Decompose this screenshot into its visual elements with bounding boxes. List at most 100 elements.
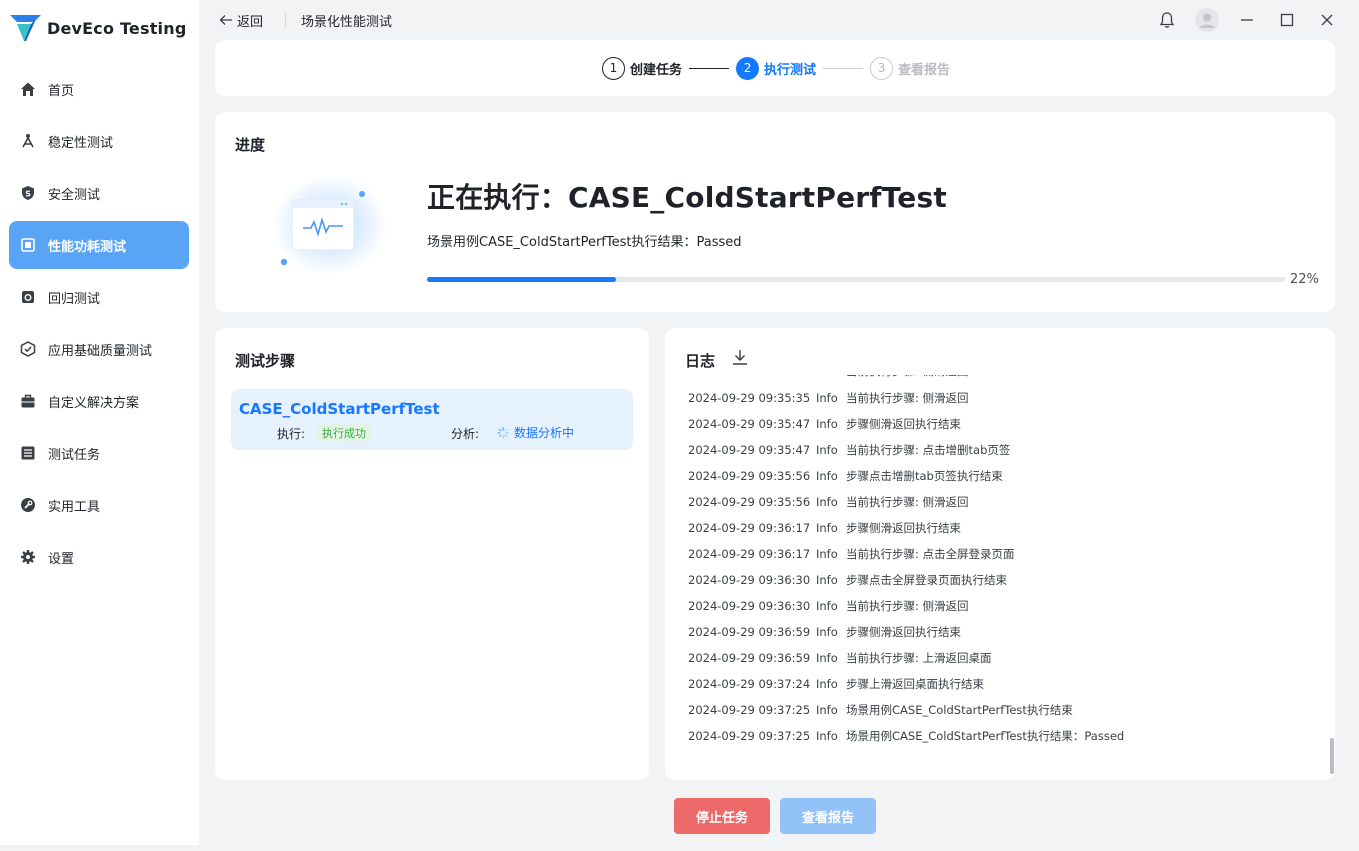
log-level: Info bbox=[816, 469, 838, 483]
log-time: 2024-09-29 09:36:17 bbox=[688, 547, 811, 561]
sidebar-item-test-tasks[interactable]: 测试任务 bbox=[9, 429, 189, 477]
test-case-item[interactable]: CASE_ColdStartPerfTest 执行: 执行成功 分析: 数据分析… bbox=[231, 389, 633, 450]
wrench-icon bbox=[19, 497, 36, 514]
log-list[interactable]: 2024-09-29 09:35:35 Info 当前执行步骤: 侧滑返回 2024-… bbox=[688, 375, 1308, 770]
briefcase-icon bbox=[19, 393, 36, 410]
log-message: 步骤侧滑返回执行结束 bbox=[846, 625, 961, 639]
step-label: 创建任务 bbox=[630, 62, 683, 78]
log-message: 步骤上滑返回桌面执行结束 bbox=[846, 677, 984, 691]
log-time: 2024-09-29 09:36:30 bbox=[688, 573, 811, 587]
analysis-status-label: 数据分析中 bbox=[514, 426, 575, 440]
log-title: 日志 bbox=[685, 352, 716, 370]
step-connector bbox=[689, 67, 730, 69]
gear-icon bbox=[19, 549, 36, 566]
log-row: 2024-09-29 09:35:35 Info 当前执行步骤: 侧滑返回 bbox=[688, 385, 1308, 411]
sidebar-item-label: 实用工具 bbox=[48, 499, 101, 515]
log-row: 2024-09-29 09:36:59 Info 步骤侧滑返回执行结束 bbox=[688, 619, 1308, 645]
log-row: 2024-09-29 09:35:56 Info 当前执行步骤: 侧滑返回 bbox=[688, 489, 1308, 515]
quality-icon bbox=[19, 341, 36, 358]
loading-spinner-icon bbox=[497, 426, 509, 439]
sidebar-item-settings[interactable]: 设置 bbox=[9, 533, 189, 581]
avatar[interactable] bbox=[1195, 8, 1219, 32]
analysis-label: 分析: bbox=[451, 427, 480, 441]
log-message: 当前执行步骤: 侧滑返回 bbox=[846, 375, 969, 378]
log-level: Info bbox=[816, 651, 838, 665]
sidebar-item-custom-solution[interactable]: 自定义解决方案 bbox=[9, 377, 189, 425]
task-list-icon bbox=[19, 445, 36, 462]
log-time: 2024-09-29 09:36:59 bbox=[688, 651, 811, 665]
log-time: 2024-09-29 09:35:56 bbox=[688, 469, 811, 483]
sidebar-item-quality[interactable]: 应用基础质量测试 bbox=[9, 325, 189, 373]
exec-status-badge: 执行成功 bbox=[317, 424, 371, 442]
log-row: 2024-09-29 09:35:56 Info 步骤点击增删tab页签执行结束 bbox=[688, 463, 1308, 489]
page-title: 场景化性能测试 bbox=[301, 15, 393, 30]
log-level: Info bbox=[816, 729, 838, 743]
download-icon[interactable] bbox=[731, 348, 749, 370]
sidebar-item-label: 稳定性测试 bbox=[48, 135, 114, 151]
sidebar-item-label: 应用基础质量测试 bbox=[48, 343, 153, 359]
log-scrollbar[interactable] bbox=[1330, 738, 1334, 774]
executing-case-title: 正在执行：CASE_ColdStartPerfTest bbox=[427, 181, 947, 214]
log-message: 当前执行步骤: 侧滑返回 bbox=[846, 495, 969, 509]
step-view-report: 3 查看报告 bbox=[870, 56, 951, 80]
sidebar-item-performance[interactable]: 性能功耗测试 bbox=[9, 221, 189, 269]
log-level: Info bbox=[816, 625, 838, 639]
log-time: 2024-09-29 09:36:30 bbox=[688, 599, 811, 613]
log-level: Info bbox=[816, 417, 838, 431]
log-row: 2024-09-29 09:37:25 Info 场景用例CASE_ColdStar… bbox=[688, 723, 1308, 749]
log-message: 当前执行步骤: 点击增删tab页签 bbox=[846, 443, 1011, 457]
stability-icon bbox=[19, 133, 36, 150]
progress-percent: 22% bbox=[1290, 272, 1319, 287]
regression-icon bbox=[19, 289, 36, 306]
sidebar-item-home[interactable]: 首页 bbox=[9, 65, 189, 113]
log-level: Info bbox=[816, 391, 838, 405]
log-time: 2024-09-29 09:35:35 bbox=[688, 391, 811, 405]
stop-task-button[interactable]: 停止任务 bbox=[674, 798, 770, 834]
log-row: 2024-09-29 09:36:30 Info 当前执行步骤: 侧滑返回 bbox=[688, 593, 1308, 619]
step-connector bbox=[823, 67, 864, 69]
log-time: 2024-09-29 09:37:25 bbox=[688, 729, 811, 743]
analysis-status: 数据分析中 bbox=[497, 424, 574, 441]
log-level: Info bbox=[816, 375, 846, 384]
monitor-illustration-icon bbox=[265, 170, 395, 280]
log-message: 当前执行步骤: 上滑返回桌面 bbox=[846, 651, 992, 665]
test-steps-title: 测试步骤 bbox=[235, 352, 296, 370]
log-row-partial-text: 2024-09-29 09:35:35Info当前执行步骤: 侧滑返回 bbox=[688, 375, 969, 384]
maximize-icon[interactable] bbox=[1275, 8, 1299, 32]
bell-icon[interactable] bbox=[1155, 8, 1179, 32]
sidebar: DevEco Testing 首页 稳定性测试 S 安全测试 性能功耗测试 回归… bbox=[0, 0, 199, 845]
sidebar-item-stability[interactable]: 稳定性测试 bbox=[9, 117, 189, 165]
close-icon[interactable] bbox=[1315, 8, 1339, 32]
log-row: 2024-09-29 09:36:59 Info 当前执行步骤: 上滑返回桌面 bbox=[688, 645, 1308, 671]
progress-card: 进度 正在执行：CASE_ColdStartPerfTest 场景用例CASE_… bbox=[215, 112, 1335, 312]
log-level: Info bbox=[816, 443, 838, 457]
test-steps-card: 测试步骤 CASE_ColdStartPerfTest 执行: 执行成功 分析:… bbox=[215, 328, 649, 780]
sidebar-item-label: 测试任务 bbox=[48, 447, 101, 463]
step-label: 查看报告 bbox=[898, 62, 951, 78]
performance-icon bbox=[19, 237, 36, 254]
sidebar-item-tools[interactable]: 实用工具 bbox=[9, 481, 189, 529]
log-time: 2024-09-29 09:35:56 bbox=[688, 495, 811, 509]
stepper: 1 创建任务 2 执行测试 3 查看报告 bbox=[602, 56, 950, 80]
log-level: Info bbox=[816, 547, 838, 561]
sidebar-item-regression[interactable]: 回归测试 bbox=[9, 273, 189, 321]
step-number: 1 bbox=[602, 56, 625, 80]
minimize-icon[interactable] bbox=[1235, 8, 1259, 32]
log-row: 2024-09-29 09:35:47 Info 当前执行步骤: 点击增删tab页签 bbox=[688, 437, 1308, 463]
log-level: Info bbox=[816, 599, 838, 613]
back-button[interactable]: 返回 bbox=[219, 11, 263, 30]
log-level: Info bbox=[816, 703, 838, 717]
step-execute-test: 2 执行测试 bbox=[736, 56, 816, 80]
app-name: DevEco Testing bbox=[47, 18, 187, 38]
sidebar-item-label: 性能功耗测试 bbox=[48, 239, 127, 255]
log-row: 2024-09-29 09:37:24 Info 步骤上滑返回桌面执行结束 bbox=[688, 671, 1308, 697]
sidebar-item-label: 安全测试 bbox=[48, 187, 101, 203]
log-row: 2024-09-29 09:37:25 Info 场景用例CASE_ColdStar… bbox=[688, 697, 1308, 723]
log-message: 步骤侧滑返回执行结束 bbox=[846, 417, 961, 431]
progress-bar bbox=[427, 277, 1285, 282]
log-time: 2024-09-29 09:35:47 bbox=[688, 417, 811, 431]
view-report-button[interactable]: 查看报告 bbox=[780, 798, 876, 834]
log-message: 当前执行步骤: 侧滑返回 bbox=[846, 391, 969, 405]
log-row-partial: 2024-09-29 09:35:35Info当前执行步骤: 侧滑返回 bbox=[688, 375, 1308, 385]
sidebar-item-security[interactable]: S 安全测试 bbox=[9, 169, 189, 217]
